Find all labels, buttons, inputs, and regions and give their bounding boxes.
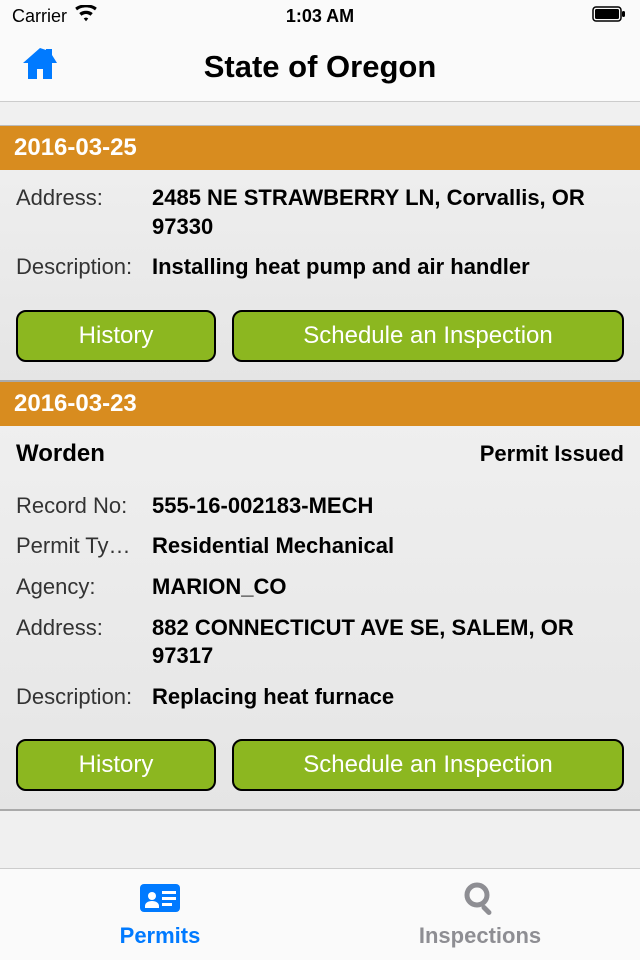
- permit-status: Permit Issued: [480, 441, 624, 467]
- address-value: 882 CONNECTICUT AVE SE, SALEM, OR 97317: [152, 614, 624, 671]
- permit-type-label: Permit Ty…: [16, 532, 152, 561]
- page-title: State of Oregon: [204, 49, 437, 85]
- permit-date: 2016-03-23: [0, 382, 640, 426]
- id-card-icon: [138, 880, 182, 921]
- schedule-inspection-button[interactable]: Schedule an Inspection: [232, 739, 624, 791]
- wifi-icon: [75, 5, 97, 28]
- permit-name: Worden: [16, 440, 105, 468]
- address-label: Address:: [16, 614, 152, 671]
- tab-permits[interactable]: Permits: [0, 869, 320, 960]
- tab-inspections[interactable]: Inspections: [320, 869, 640, 960]
- description-label: Description:: [16, 683, 152, 712]
- history-button[interactable]: History: [16, 739, 216, 791]
- permit-card: 2016-03-25 Address: 2485 NE STRAWBERRY L…: [0, 126, 640, 382]
- nav-header: State of Oregon: [0, 32, 640, 102]
- tab-label: Inspections: [419, 923, 541, 949]
- header-separator: [0, 102, 640, 126]
- record-no-value: 555-16-002183-MECH: [152, 492, 624, 521]
- carrier-label: Carrier: [12, 6, 67, 27]
- tab-bar: Permits Inspections: [0, 868, 640, 960]
- description-value: Replacing heat furnace: [152, 683, 624, 712]
- tab-label: Permits: [120, 923, 201, 949]
- permit-date: 2016-03-25: [0, 126, 640, 170]
- agency-value: MARION_CO: [152, 573, 624, 602]
- description-label: Description:: [16, 253, 152, 282]
- address-label: Address:: [16, 184, 152, 241]
- status-bar: Carrier 1:03 AM: [0, 0, 640, 32]
- search-icon: [462, 880, 498, 921]
- home-icon[interactable]: [20, 44, 60, 89]
- battery-icon: [592, 5, 628, 28]
- permits-list[interactable]: 2016-03-25 Address: 2485 NE STRAWBERRY L…: [0, 126, 640, 868]
- status-time: 1:03 AM: [286, 6, 354, 27]
- history-button[interactable]: History: [16, 310, 216, 362]
- agency-label: Agency:: [16, 573, 152, 602]
- description-value: Installing heat pump and air handler: [152, 253, 624, 282]
- schedule-inspection-button[interactable]: Schedule an Inspection: [232, 310, 624, 362]
- permit-card: 2016-03-23 Worden Permit Issued Record N…: [0, 382, 640, 812]
- permit-type-value: Residential Mechanical: [152, 532, 624, 561]
- address-value: 2485 NE STRAWBERRY LN, Corvallis, OR 973…: [152, 184, 624, 241]
- record-no-label: Record No:: [16, 492, 152, 521]
